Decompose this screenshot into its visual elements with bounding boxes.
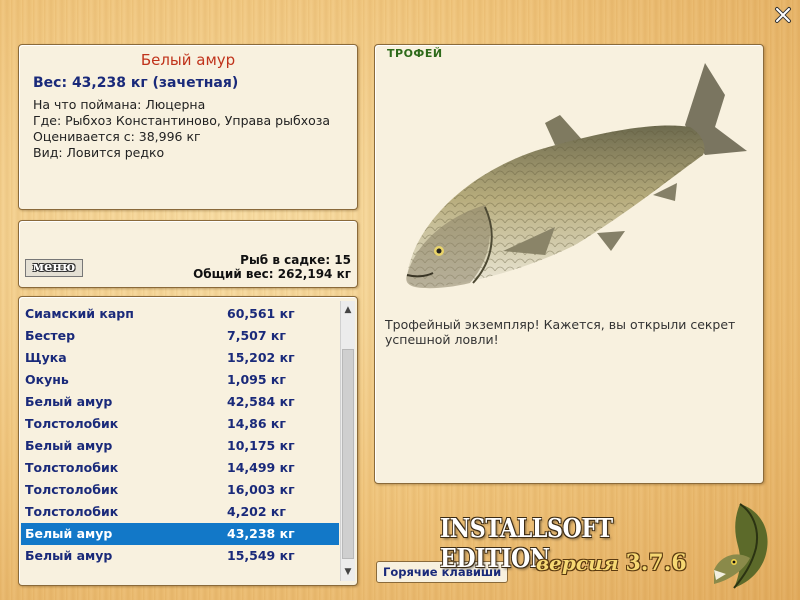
catch-list-item[interactable]: Толстолобик 14,86 кг <box>21 413 339 435</box>
catch-item-weight: 16,003 кг <box>227 482 295 497</box>
grass-carp-image <box>406 63 747 289</box>
catch-list-panel: Сиамский карп 60,561 кг Бестер 7,507 кг Щука… <box>18 296 358 586</box>
scroll-thumb[interactable] <box>342 349 354 559</box>
catch-item-name: Окунь <box>25 372 69 387</box>
catch-item-name: Белый амур <box>25 548 113 563</box>
scroll-up-arrow-icon[interactable]: ▲ <box>341 303 355 317</box>
catch-item-weight: 1,095 кг <box>227 372 286 387</box>
fish-name: Белый амур <box>140 51 236 69</box>
catch-item-name: Белый амур <box>25 526 113 541</box>
version-prefix: версия <box>536 551 619 575</box>
catch-list-item[interactable]: Белый амур 43,238 кг <box>21 523 339 545</box>
fish-info-panel: Белый амур Вес: 43,238 кг (зачетная) На … <box>18 44 358 210</box>
catch-item-name: Сиамский карп <box>25 306 134 321</box>
pike-logo-icon <box>714 503 768 589</box>
location-line: Где: Рыбхоз Константиново, Управа рыбхоз… <box>33 113 331 128</box>
catch-list-item[interactable]: Сиамский карп 60,561 кг <box>21 303 339 325</box>
keepnet-count: Рыб в садке: 15 <box>240 253 351 267</box>
catch-item-name: Щука <box>25 350 67 365</box>
menu-button[interactable]: меню <box>25 259 83 277</box>
catch-item-name: Бестер <box>25 328 76 343</box>
catch-list-item[interactable]: Толстолобик 14,499 кг <box>21 457 339 479</box>
close-icon <box>775 7 791 23</box>
trophy-panel: ТРОФЕЙ Трофейный экземпляр! Кажется, вы … <box>374 44 764 484</box>
fish-weight: Вес: 43,238 кг (зачетная) <box>33 75 239 91</box>
catch-list-item[interactable]: Щука 15,202 кг <box>21 347 339 369</box>
value-line: Оценивается с: 38,996 кг <box>33 129 201 144</box>
catch-list-item[interactable]: Белый амур 15,549 кг <box>21 545 339 567</box>
catch-item-name: Белый амур <box>25 438 113 453</box>
close-button[interactable] <box>774 6 792 24</box>
catch-list-item[interactable]: Белый амур 10,175 кг <box>21 435 339 457</box>
catch-item-weight: 14,499 кг <box>227 460 295 475</box>
catch-item-weight: 7,507 кг <box>227 328 286 343</box>
catch-list[interactable]: Сиамский карп 60,561 кг Бестер 7,507 кг Щука… <box>21 303 339 567</box>
scrollbar[interactable]: ▲ ▼ <box>340 301 355 581</box>
catch-item-weight: 4,202 кг <box>227 504 286 519</box>
catch-item-weight: 15,549 кг <box>227 548 295 563</box>
trophy-description: Трофейный экземпляр! Кажется, вы открыли… <box>385 317 736 347</box>
catch-list-item[interactable]: Толстолобик 16,003 кг <box>21 479 339 501</box>
bait-line: На что поймана: Люцерна <box>33 97 206 112</box>
catch-item-name: Толстолобик <box>25 460 119 475</box>
catch-item-name: Белый амур <box>25 394 113 409</box>
version-label: версия 3.7.6 <box>536 550 687 576</box>
catch-list-item[interactable]: Толстолобик 4,202 кг <box>21 501 339 523</box>
catch-item-name: Толстолобик <box>25 482 119 497</box>
catch-list-item[interactable]: Белый амур 42,584 кг <box>21 391 339 413</box>
catch-item-name: Толстолобик <box>25 416 119 431</box>
catch-item-weight: 60,561 кг <box>227 306 295 321</box>
keepnet-panel: меню Рыб в садке: 15 Общий вес: 262,194 … <box>18 220 358 288</box>
catch-item-weight: 10,175 кг <box>227 438 295 453</box>
catch-item-weight: 14,86 кг <box>227 416 286 431</box>
catch-item-weight: 42,584 кг <box>227 394 295 409</box>
version-number: 3.7.6 <box>625 550 687 576</box>
scroll-down-arrow-icon[interactable]: ▼ <box>341 565 355 579</box>
brand-logo: INSTALLSOFT EDITION версия 3.7.6 <box>440 510 690 590</box>
kind-line: Вид: Ловится редко <box>33 145 165 160</box>
catch-item-weight: 15,202 кг <box>227 350 295 365</box>
catch-list-item[interactable]: Окунь 1,095 кг <box>21 369 339 391</box>
keepnet-total-weight: Общий вес: 262,194 кг <box>193 267 351 281</box>
catch-list-item[interactable]: Бестер 7,507 кг <box>21 325 339 347</box>
catch-item-name: Толстолобик <box>25 504 119 519</box>
catch-item-weight: 43,238 кг <box>227 526 295 541</box>
